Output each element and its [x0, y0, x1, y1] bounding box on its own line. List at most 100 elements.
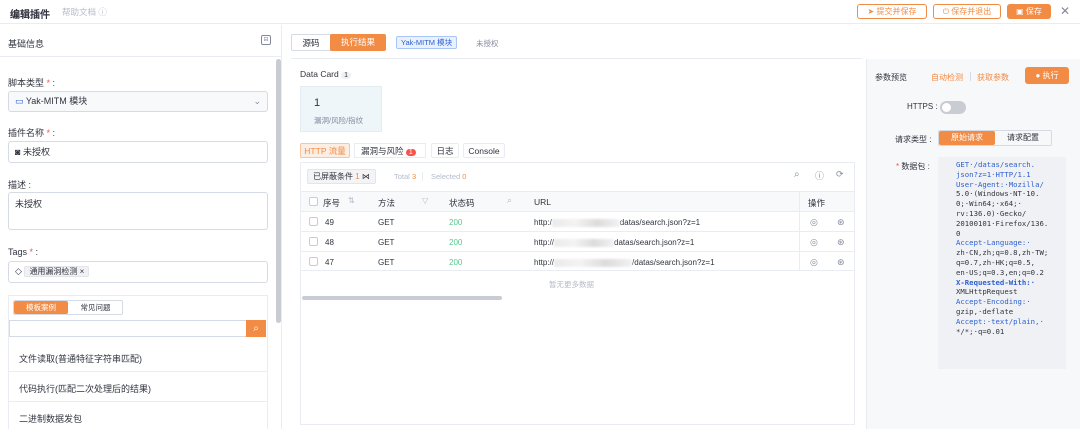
- redacted-host: [551, 218, 620, 227]
- tab-console[interactable]: Console: [463, 143, 505, 158]
- script-type-select[interactable]: ▭ Yak-MITM 模块 ⌄: [8, 91, 268, 112]
- https-label: HTTPS :: [907, 102, 938, 111]
- code-line-text: X-Requested-With:·: [956, 277, 1036, 287]
- https-toggle[interactable]: [940, 101, 966, 114]
- tab-request-config[interactable]: 请求配置: [995, 131, 1051, 145]
- http-table-panel: 已屏蔽条件 1 ⋈ Total 3 Selected 0 ⌕ ⓘ ⟳ 序号 ⇅ …: [300, 162, 855, 425]
- auto-detect-link[interactable]: 自动检测: [931, 72, 963, 83]
- desc-value: 未授权: [15, 199, 43, 209]
- execute-button[interactable]: ● 执行: [1025, 67, 1069, 84]
- get-params-link[interactable]: 获取参数: [977, 72, 1009, 83]
- url-prefix: http://: [534, 238, 555, 247]
- tab-source[interactable]: 源码: [292, 35, 330, 51]
- arrow-right-icon[interactable]: ⊛: [837, 237, 845, 248]
- refresh-icon[interactable]: ⟳: [836, 169, 844, 180]
- table-h-scrollbar[interactable]: [302, 296, 502, 300]
- code-line-text: Accept:·text/plain,·: [956, 316, 1044, 326]
- list-item[interactable]: 二进制数据发包: [19, 412, 82, 425]
- data-card-count: 1: [341, 72, 352, 79]
- filter-button[interactable]: 已屏蔽条件 1 ⋈: [307, 169, 376, 184]
- row-url: http:// /datas/search.json?z=1: [534, 258, 715, 267]
- list-item[interactable]: 文件读取(普通特征字符串匹配): [19, 352, 142, 365]
- plugin-name-value: 未授权: [22, 147, 50, 157]
- divider: [422, 172, 423, 181]
- tab-raw-request[interactable]: 原始请求: [939, 131, 995, 145]
- tab-faq[interactable]: 常见问题: [68, 301, 123, 314]
- card-caption: 漏洞/风险/指纹: [314, 116, 364, 125]
- divider: [9, 371, 267, 372]
- save-button[interactable]: ▣ 保存: [1007, 4, 1051, 19]
- chrome-icon[interactable]: ◎: [810, 217, 818, 228]
- row-checkbox[interactable]: [309, 217, 318, 226]
- arrow-right-icon[interactable]: ⊛: [837, 217, 845, 228]
- chrome-icon[interactable]: ◎: [810, 257, 818, 268]
- code-line: Accept-Language:·: [956, 238, 1062, 248]
- help-icon[interactable]: ⓘ: [815, 169, 824, 182]
- table-row[interactable]: 49 GET 200 http:/ datas/search.json?z=1 ◎…: [301, 211, 854, 231]
- sort-icon[interactable]: ⇅: [348, 196, 355, 205]
- monitor-icon: ▭: [15, 96, 24, 106]
- help-link[interactable]: 帮助文档 ⓘ: [62, 6, 107, 18]
- code-line: */*;·q=0.01: [956, 327, 1062, 337]
- tab-vuln-risk[interactable]: 漏洞与风险 1: [354, 143, 426, 158]
- table-row[interactable]: 47 GET 200 http:// /datas/search.json?z=1…: [301, 251, 854, 271]
- req-type-tabs: 原始请求 请求配置: [938, 130, 1052, 146]
- template-search-input[interactable]: [9, 320, 247, 337]
- code-line: 0;·Win64;·x64;·: [956, 199, 1062, 209]
- collapse-icon[interactable]: ⊟: [261, 35, 271, 45]
- col-status: 状态码: [449, 198, 475, 208]
- template-box: 模板案例 常见问题 ⌕ 文件读取(普通特征字符串匹配) 代码执行(匹配二次处理后…: [8, 295, 268, 429]
- row-checkbox[interactable]: [309, 257, 318, 266]
- code-line: GET·/datas/search.: [956, 160, 1062, 170]
- row-method: GET: [378, 258, 395, 267]
- code-line-text: 20100101·Firefox/136.: [956, 218, 1049, 228]
- divider: [9, 401, 267, 402]
- table-row[interactable]: 48 GET 200 http://datas/search.json?z=1 …: [301, 231, 854, 251]
- left-scrollbar[interactable]: [276, 59, 281, 323]
- data-card-title: Data Card 1: [300, 69, 352, 79]
- close-icon[interactable]: ✕: [1060, 4, 1070, 18]
- tags-label: Tags * :: [8, 247, 39, 257]
- req-type-label-text: 请求类型: [895, 135, 927, 144]
- plugin-name-label: 插件名称 * :: [8, 128, 56, 138]
- close-icon[interactable]: ×: [80, 267, 85, 276]
- col-id: 序号: [323, 198, 341, 208]
- save-exit-button[interactable]: ⏻ 保存并退出: [933, 4, 1001, 19]
- power-icon: ⏻: [942, 7, 952, 16]
- row-status: 200: [449, 258, 463, 267]
- plugin-name-input[interactable]: ◙ 未授权: [8, 141, 268, 163]
- search-icon[interactable]: ⌕: [507, 195, 512, 206]
- script-type-label-text: 脚本类型: [8, 78, 45, 88]
- req-type-label: 请求类型 :: [895, 135, 932, 144]
- row-status: 200: [449, 218, 463, 227]
- tag-icon: ◇: [15, 266, 22, 276]
- packet-label: * 数据包 :: [896, 162, 930, 171]
- list-item[interactable]: 代码执行(匹配二次处理后的结果): [19, 382, 151, 395]
- no-more-data: 暂无更多数据: [549, 280, 594, 289]
- redacted-host: [554, 238, 615, 247]
- tags-input[interactable]: ◇ 通用漏洞检测 ×: [8, 261, 268, 283]
- filter-icon[interactable]: ▽: [422, 196, 428, 205]
- tab-log[interactable]: 日志: [431, 143, 459, 158]
- tab-template-example[interactable]: 模板案例: [14, 301, 68, 314]
- card-value: 1: [314, 97, 321, 109]
- select-all-checkbox[interactable]: [309, 197, 318, 206]
- plugin-name-text: 未授权: [476, 39, 499, 48]
- chrome-icon[interactable]: ◎: [810, 237, 818, 248]
- row-checkbox[interactable]: [309, 237, 318, 246]
- help-label: 帮助文档: [62, 7, 97, 17]
- chevron-down-icon: ⌄: [253, 96, 261, 106]
- search-icon[interactable]: ⌕: [794, 169, 800, 180]
- code-line: en-US;q=0.3,en;q=0.2: [956, 268, 1062, 278]
- search-icon[interactable]: ⌕: [246, 320, 266, 337]
- code-line-text: en-US;q=0.3,en;q=0.2: [956, 267, 1044, 277]
- request-editor[interactable]: GET·/datas/search. json?z=1·HTTP/1.1 Use…: [938, 157, 1066, 369]
- code-line-text: User-Agent:·Mozilla/: [956, 179, 1044, 189]
- tab-http-traffic[interactable]: HTTP 流量: [300, 143, 350, 158]
- tab-result[interactable]: 执行结果: [330, 34, 386, 51]
- submit-save-button[interactable]: ➤ 提交并保存: [857, 4, 927, 19]
- arrow-right-icon[interactable]: ⊛: [837, 257, 845, 268]
- desc-textarea[interactable]: 未授权: [8, 192, 268, 230]
- data-card[interactable]: 1 漏洞/风险/指纹: [300, 86, 382, 132]
- page-title: 编辑插件: [10, 10, 50, 21]
